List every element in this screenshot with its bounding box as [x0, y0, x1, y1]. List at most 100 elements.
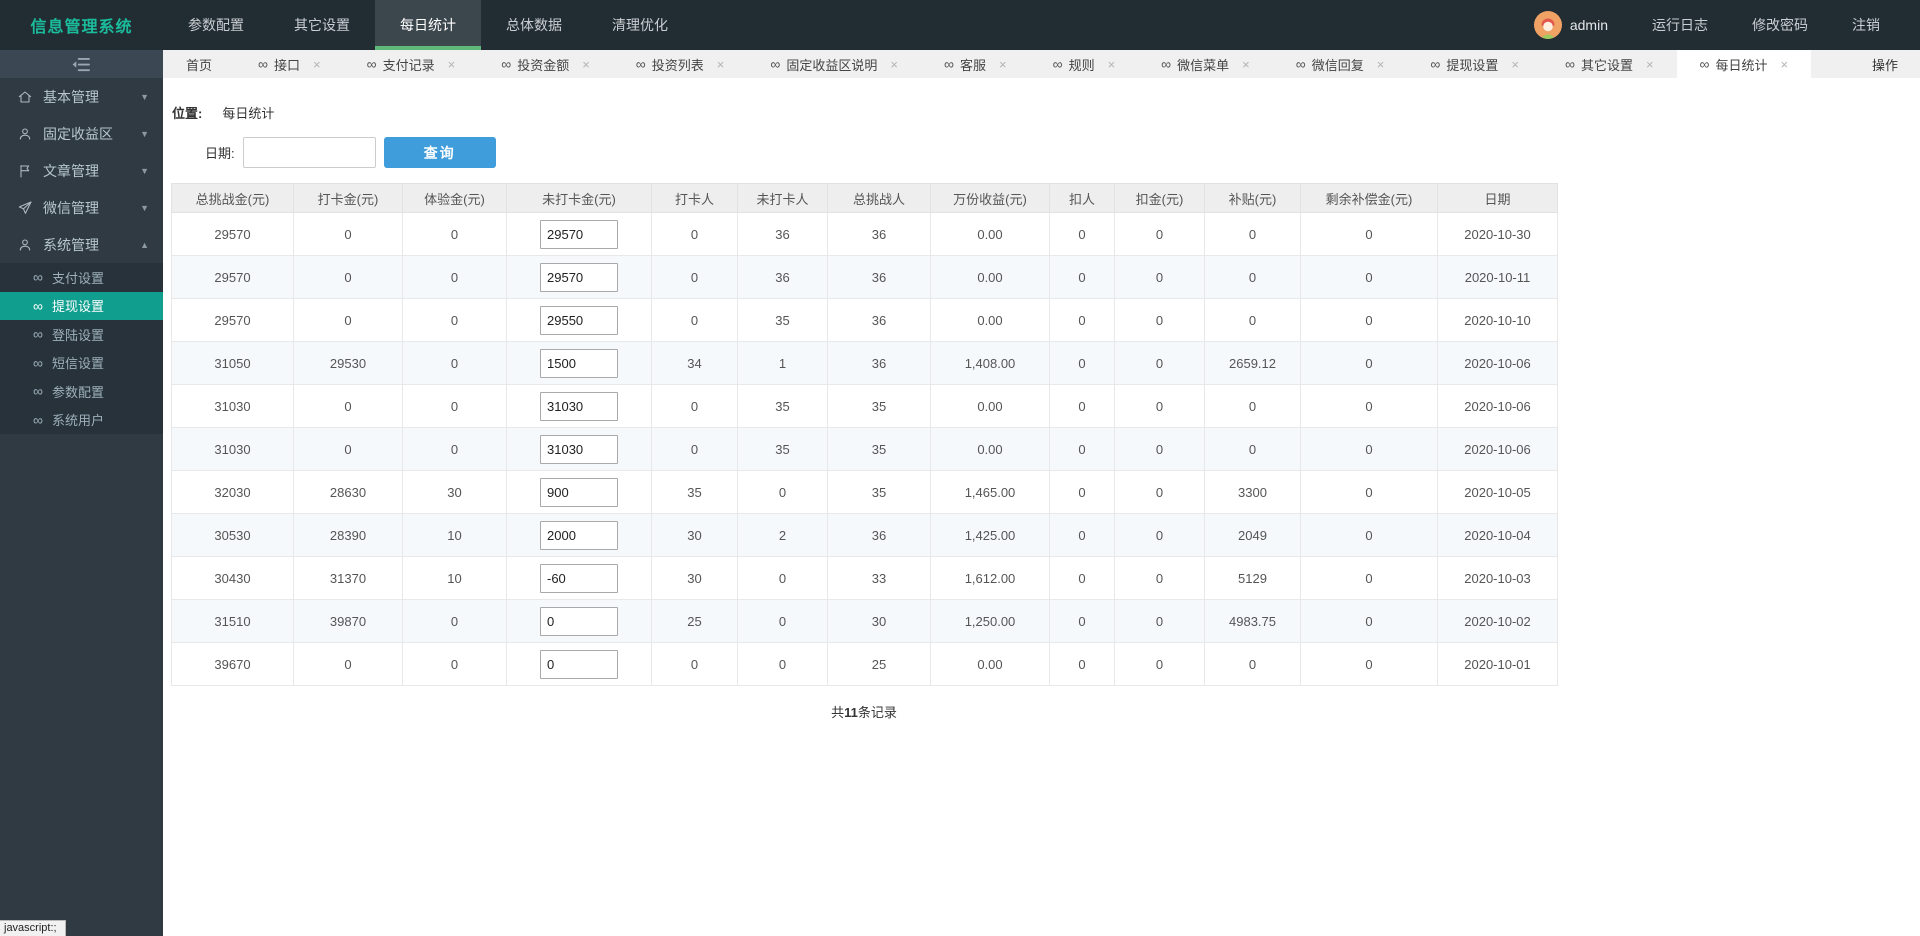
cell: 0 [1300, 556, 1438, 600]
tab-item[interactable]: ∞ 固定收益区说明 × [747, 50, 921, 78]
sidebar-submenu: ∞ 支付设置 ∞ 提现设置 ∞ 登陆设置 ∞ 短信设置 ∞ 参数配置 ∞ 系统用… [0, 263, 163, 434]
undaka-amount-input[interactable] [540, 563, 618, 593]
cell: 0 [1114, 427, 1205, 471]
sidebar-subitem[interactable]: ∞ 参数配置 [0, 377, 163, 406]
column-header: 扣人 [1049, 183, 1115, 213]
close-icon[interactable]: × [1377, 57, 1385, 72]
cell: 28630 [293, 470, 403, 514]
tab-item[interactable]: ∞ 规则 × [1030, 50, 1139, 78]
undaka-amount-input[interactable] [540, 305, 618, 335]
date-input[interactable] [242, 137, 376, 168]
cell: 0 [402, 298, 507, 342]
undaka-amount-input[interactable] [540, 520, 618, 550]
tab-item[interactable]: ∞ 投资列表 × [613, 50, 748, 78]
close-icon[interactable]: × [313, 57, 321, 72]
undaka-amount-input[interactable] [540, 606, 618, 636]
user-menu[interactable]: admin [1512, 11, 1630, 39]
cell: 0 [293, 642, 403, 686]
close-icon[interactable]: × [890, 57, 898, 72]
chevron-icon: ▼ [140, 165, 149, 176]
cell: 29530 [293, 341, 403, 385]
cell: 0 [1114, 599, 1205, 643]
navbar-item[interactable]: 每日统计 [375, 0, 481, 50]
undaka-amount-input[interactable] [540, 649, 618, 679]
sidebar-group[interactable]: 文章管理 ▼ [0, 152, 163, 189]
close-icon[interactable]: × [582, 57, 590, 72]
tab-item[interactable]: 首页 [163, 50, 235, 78]
tab-item[interactable]: ∞ 其它设置 × [1542, 50, 1677, 78]
close-icon[interactable]: × [1108, 57, 1116, 72]
cell: 0 [1300, 255, 1438, 299]
cell: 2020-10-04 [1437, 513, 1558, 557]
sidebar-group[interactable]: 系统管理 ▲ [0, 226, 163, 263]
cell: 0 [402, 384, 507, 428]
sidebar-subitem[interactable]: ∞ 短信设置 [0, 349, 163, 378]
undaka-amount-input[interactable] [540, 348, 618, 378]
tab-item[interactable]: ∞ 支付记录 × [344, 50, 479, 78]
top-navbar: 信息管理系统 参数配置 其它设置 每日统计 总体数据 清理优化 admin 运行日志 修改… [0, 0, 1920, 50]
sidebar-subitem[interactable]: ∞ 登陆设置 [0, 320, 163, 349]
close-icon[interactable]: × [999, 57, 1007, 72]
undaka-amount-input[interactable] [540, 391, 618, 421]
cell: 0 [1204, 427, 1301, 471]
sidebar-group[interactable]: 固定收益区 ▼ [0, 115, 163, 152]
navbar-action[interactable]: 运行日志 [1630, 0, 1730, 50]
cell: 25 [651, 599, 738, 643]
cell: 0.00 [930, 255, 1050, 299]
infinity-icon: ∞ [770, 56, 781, 72]
tab-item[interactable]: ∞ 微信回复 × [1273, 50, 1408, 78]
cell: 2020-10-01 [1437, 642, 1558, 686]
cell: 0 [1204, 255, 1301, 299]
close-icon[interactable]: × [717, 57, 725, 72]
undaka-amount-input[interactable] [540, 434, 618, 464]
column-header: 体验金(元) [402, 183, 507, 213]
tab-item[interactable]: ∞ 提现设置 × [1407, 50, 1542, 78]
infinity-icon: ∞ [366, 56, 377, 72]
sidebar-menu: 基本管理 ▼ 固定收益区 ▼ 文章管理 ▼ 微信管理 ▼ 系统管理 ▲ ∞ 支付… [0, 78, 163, 434]
cell: 0.00 [930, 384, 1050, 428]
query-button[interactable]: 查询 [383, 137, 496, 168]
close-icon[interactable]: × [1242, 57, 1250, 72]
cell: 0 [402, 341, 507, 385]
sidebar-subitem[interactable]: ∞ 系统用户 [0, 406, 163, 435]
table-row: 31510398700250301,250.00004983.7502020-1… [171, 599, 1558, 643]
tab-item[interactable]: ∞ 客服 × [921, 50, 1030, 78]
cell: 0 [1114, 556, 1205, 600]
navbar-item[interactable]: 总体数据 [481, 0, 587, 50]
sidebar-group[interactable]: 基本管理 ▼ [0, 78, 163, 115]
sidebar-collapse-button[interactable] [0, 50, 163, 78]
infinity-icon: ∞ [1161, 56, 1172, 72]
close-icon[interactable]: × [1511, 57, 1519, 72]
tab-item[interactable]: ∞ 微信菜单 × [1138, 50, 1273, 78]
tab-item[interactable]: ∞ 接口 × [235, 50, 344, 78]
table-row: 320302863030350351,465.0000330002020-10-… [171, 470, 1558, 514]
cell: 36 [737, 212, 828, 256]
infinity-icon: ∞ [33, 411, 43, 428]
home-icon [18, 90, 32, 103]
cell: 0 [1114, 642, 1205, 686]
navbar-item[interactable]: 其它设置 [269, 0, 375, 50]
table-row: 3103000035350.0000002020-10-06 [171, 384, 1558, 428]
undaka-amount-input[interactable] [540, 219, 618, 249]
navbar-action[interactable]: 修改密码 [1730, 0, 1830, 50]
close-icon[interactable]: × [1646, 57, 1654, 72]
infinity-icon: ∞ [33, 383, 43, 400]
undaka-amount-input[interactable] [540, 477, 618, 507]
breadcrumb-current: 每日统计 [222, 106, 275, 121]
navbar-item[interactable]: 清理优化 [587, 0, 693, 50]
sidebar-group[interactable]: 微信管理 ▼ [0, 189, 163, 226]
tab-operations-button[interactable]: 操作 [1850, 50, 1920, 78]
cell: 30530 [171, 513, 294, 557]
navbar-action[interactable]: 注销 [1830, 0, 1902, 50]
search-row: 日期: 查询 [205, 137, 1920, 168]
tab-item[interactable]: ∞ 投资金额 × [478, 50, 613, 78]
tab-item[interactable]: ∞ 每日统计 × [1676, 50, 1812, 78]
undaka-amount-input[interactable] [540, 262, 618, 292]
table-header-row: 总挑战金(元) 打卡金(元) 体验金(元) 未打卡金(元) 打卡人 未打卡人 总挑战人 万份收… [171, 183, 1558, 213]
sidebar-subitem[interactable]: ∞ 提现设置 [0, 291, 163, 320]
sidebar-subitem[interactable]: ∞ 支付设置 [0, 263, 163, 292]
close-icon[interactable]: × [448, 57, 456, 72]
close-icon[interactable]: × [1781, 57, 1789, 72]
infinity-icon: ∞ [33, 297, 43, 314]
navbar-item[interactable]: 参数配置 [163, 0, 269, 50]
